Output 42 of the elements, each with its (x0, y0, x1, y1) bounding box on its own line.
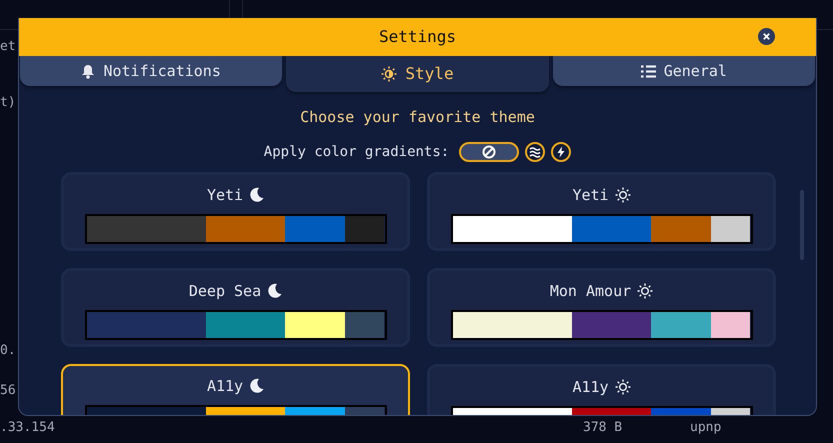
sun-icon (637, 282, 654, 299)
gradient-label: Apply color gradients: (264, 142, 450, 162)
sun-icon (614, 186, 631, 203)
background-text: et (0, 40, 16, 53)
theme-name: Deep Sea (188, 280, 262, 302)
theme-card[interactable]: Yeti (427, 172, 776, 250)
tab[interactable]: Style (286, 56, 549, 92)
theme-name: Yeti (206, 184, 244, 206)
list-icon (640, 64, 656, 78)
lightning-icon (555, 146, 568, 158)
theme-card[interactable]: Deep Sea (61, 268, 410, 346)
background-text: .33.154 (0, 421, 55, 434)
background-text: t) (0, 96, 16, 109)
background-text: 56 (0, 384, 16, 397)
gradient-option[interactable] (525, 142, 546, 162)
section-heading: Choose your favorite theme (300, 107, 535, 128)
theme-name: A11y (572, 376, 609, 398)
gradient-option[interactable] (551, 142, 572, 162)
close-button[interactable] (758, 28, 775, 45)
tab[interactable]: General (552, 56, 815, 86)
background-text: upnp (690, 421, 722, 434)
background-text: 0. (0, 344, 16, 357)
theme-card[interactable]: Mon Amour (427, 268, 776, 346)
theme-name: Yeti (572, 184, 609, 206)
theme-card[interactable]: Yeti (61, 172, 410, 250)
waves-icon (529, 146, 542, 158)
tab[interactable]: Notifications (20, 56, 282, 86)
bell-icon (81, 64, 96, 78)
background-text: 378 B (583, 421, 622, 434)
theme-name: A11y (206, 376, 244, 396)
theme-card[interactable]: A11y (61, 364, 410, 415)
theme-card[interactable]: A11y (427, 364, 776, 415)
gradient-option[interactable] (459, 142, 520, 162)
sun-icon (614, 378, 631, 395)
moon-icon (249, 378, 264, 394)
ban-icon (482, 145, 496, 159)
moon-icon (249, 187, 264, 202)
sun-icon (381, 66, 398, 82)
close-icon (762, 32, 771, 41)
moon-icon (267, 283, 282, 298)
theme-name: Mon Amour (550, 280, 632, 302)
dialog-title: Settings (378, 26, 456, 48)
